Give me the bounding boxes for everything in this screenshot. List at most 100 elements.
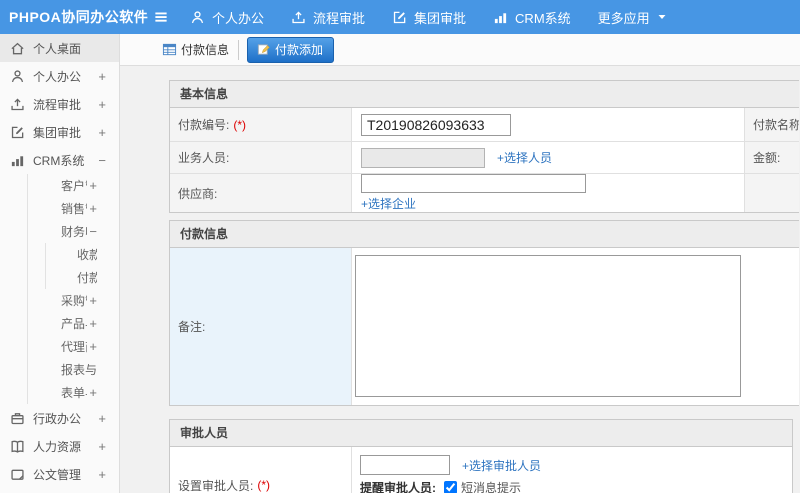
person-icon [10, 69, 25, 84]
nav-personal-office[interactable]: 个人办公 [190, 8, 264, 27]
section-payment-info-title: 付款信息 [170, 221, 799, 248]
sidebar-item-agent-mgmt[interactable]: 代理商管理+ [28, 335, 119, 358]
sidebar-item-label: 采购管理 [61, 294, 87, 308]
expand-icon[interactable]: + [89, 202, 97, 215]
hamburger-menu-icon[interactable] [152, 8, 170, 26]
expand-icon[interactable]: + [98, 98, 106, 111]
tab-payment-add[interactable]: 付款添加 [247, 36, 335, 63]
expand-icon[interactable]: + [98, 70, 106, 83]
sidebar-item-receipt-order[interactable]: 收款单 [46, 243, 119, 266]
flow-icon [291, 10, 306, 25]
sidebar-item-label: 收款单 [77, 248, 97, 262]
sidebar-item-personal-desktop[interactable]: 个人桌面 [0, 34, 119, 62]
sidebar-item-label: 代理商管理 [61, 340, 87, 354]
top-header: PHPOA协同办公软件 个人办公 流程审批 集团审批 CRM系统 更多应用 [0, 0, 800, 34]
tab-payment-add-label: 付款添加 [275, 42, 324, 57]
chart-icon [10, 153, 25, 168]
sms-checkbox-label: 短消息提示 [461, 481, 522, 493]
expand-icon[interactable]: + [89, 179, 97, 192]
chart-icon [493, 10, 508, 25]
sidebar-submenu-crm-system: 客户管理+销售管理+财务收支−收款单付款单采购管理+产品与库存+代理商管理+报表… [27, 174, 119, 404]
top-nav: 个人办公 流程审批 集团审批 CRM系统 [190, 8, 598, 27]
expand-icon[interactable]: + [89, 294, 97, 307]
sidebar-item-finance[interactable]: 财务收支− [28, 220, 119, 243]
edit-icon [392, 10, 407, 25]
sms-checkbox[interactable] [444, 481, 457, 493]
sidebar-item-doc-mgmt[interactable]: 公文管理 + [0, 460, 119, 488]
nav-label: CRM系统 [515, 10, 571, 26]
nav-crm-system[interactable]: CRM系统 [493, 8, 571, 27]
collapse-icon[interactable]: − [89, 225, 97, 238]
sidebar-item-admin-office[interactable]: 行政办公 + [0, 404, 119, 432]
sidebar-item-label: 流程审批 [33, 97, 82, 112]
expand-icon[interactable]: + [98, 440, 106, 453]
section-approval-title: 审批人员 [170, 420, 792, 447]
sidebar-menu: 个人桌面个人办公+流程审批+集团审批+CRM系统−客户管理+销售管理+财务收支−… [0, 34, 119, 488]
sidebar-item-form-process-settings[interactable]: 表单与流程设置+ [28, 381, 119, 404]
section-payment-info: 付款信息 备注: [169, 220, 799, 406]
expand-icon[interactable]: + [98, 412, 106, 425]
sidebar-item-hr[interactable]: 人力资源 + [0, 432, 119, 460]
section-basic-info: 基本信息 付款编号: (*) 付款名称: (*) [169, 80, 799, 213]
sidebar-item-report-stats[interactable]: 报表与统计 [28, 358, 119, 381]
sidebar-item-process-approval[interactable]: 流程审批 + [0, 90, 119, 118]
sidebar-item-label: 客户管理 [61, 179, 87, 193]
expand-icon[interactable]: + [89, 386, 97, 399]
required-mark: (*) [233, 117, 247, 132]
sidebar-item-customer-mgmt[interactable]: 客户管理+ [28, 174, 119, 197]
tab-payment-info[interactable]: 付款信息 [162, 39, 240, 60]
sidebar-item-crm-system[interactable]: CRM系统 − [0, 146, 119, 174]
sidebar-item-label: 表单与流程设置 [61, 386, 87, 400]
sidebar-item-label: CRM系统 [33, 153, 85, 168]
section-approval: 审批人员 设置审批人员: (*) +选择审批人员 提醒审批人员: 短消息提示 [169, 419, 793, 493]
sidebar-item-sales-mgmt[interactable]: 销售管理+ [28, 197, 119, 220]
expand-icon[interactable]: + [98, 468, 106, 481]
set-approver-label-cell: 设置审批人员: (*) [170, 447, 352, 493]
required-mark: (*) [257, 478, 271, 492]
supplier-input[interactable] [361, 174, 586, 193]
nav-process-approval[interactable]: 流程审批 [291, 8, 365, 27]
approver-input[interactable] [360, 455, 450, 475]
sidebar-item-label: 个人办公 [33, 69, 82, 84]
tab-payment-info-label: 付款信息 [181, 43, 230, 57]
sidebar-item-group-approval[interactable]: 集团审批 + [0, 118, 119, 146]
sidebar-item-personal-office[interactable]: 个人办公 + [0, 62, 119, 90]
sidebar-item-label: 人力资源 [33, 439, 82, 454]
nav-label: 流程审批 [313, 10, 366, 26]
tab-bar: 付款信息 付款添加 [120, 34, 800, 66]
remark-textarea[interactable] [355, 255, 741, 397]
choose-person-link[interactable]: +选择人员 [497, 149, 552, 166]
sidebar-item-payment-order[interactable]: 付款单 [46, 266, 119, 289]
app-logo: PHPOA协同办公软件 [9, 9, 149, 25]
app-window: PHPOA协同办公软件 个人办公 流程审批 集团审批 CRM系统 更多应用 个人桌面个… [0, 0, 800, 493]
table-grid-icon [162, 42, 177, 57]
flow-icon [10, 97, 25, 112]
remark-label-cell: 备注: [170, 248, 352, 405]
person-icon [190, 10, 205, 25]
choose-company-link[interactable]: +选择企业 [361, 195, 416, 212]
staff-input[interactable] [361, 147, 485, 168]
expand-icon[interactable]: + [89, 340, 97, 353]
payment-no-input[interactable] [361, 113, 511, 136]
folder-icon [10, 467, 25, 482]
nav-label: 个人办公 [212, 10, 265, 26]
chevron-down-icon [657, 12, 667, 22]
sidebar-item-label: 集团审批 [33, 125, 82, 140]
sidebar-item-label: 行政办公 [33, 411, 82, 426]
sidebar-item-label: 报表与统计 [61, 363, 97, 377]
choose-approver-link[interactable]: +选择审批人员 [462, 457, 541, 474]
remind-approver-label: 提醒审批人员: [360, 481, 436, 493]
sidebar-item-product-inventory[interactable]: 产品与库存+ [28, 312, 119, 335]
main-content: 付款信息 付款添加 基本信息 付款编号: (*) T20190826093633… [120, 34, 800, 493]
collapse-icon[interactable]: − [98, 154, 106, 167]
sidebar-item-purchase-mgmt[interactable]: 采购管理+ [28, 289, 119, 312]
expand-icon[interactable]: + [98, 126, 106, 139]
section-basic-info-title: 基本信息 [170, 81, 799, 108]
book-icon [10, 439, 25, 454]
briefcase-icon [10, 411, 25, 426]
sidebar-item-label: 销售管理 [61, 202, 87, 216]
expand-icon[interactable]: + [89, 317, 97, 330]
nav-group-approval[interactable]: 集团审批 [392, 8, 466, 27]
staff-label-cell: 业务人员: [170, 142, 352, 173]
more-apps-menu[interactable]: 更多应用 [598, 8, 667, 27]
